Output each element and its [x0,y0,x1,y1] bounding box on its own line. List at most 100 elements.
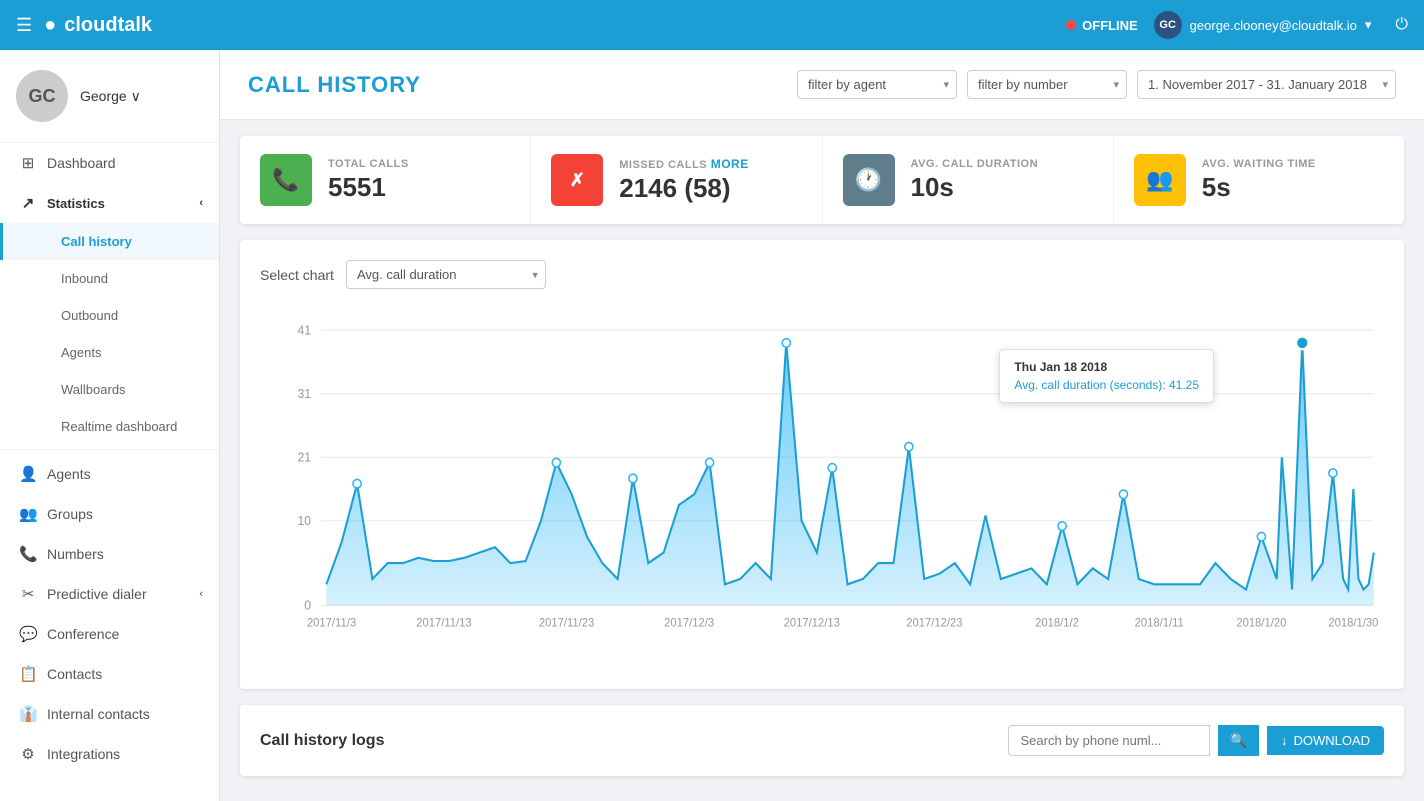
sidebar-avatar: GC [16,70,68,122]
sidebar-item-label: Call history [61,234,132,249]
svg-text:2017/12/3: 2017/12/3 [664,617,714,629]
stat-card-total-calls: 📞 TOTAL CALLS 5551 [240,136,531,224]
chart-container: 41 31 21 10 0 [260,309,1384,669]
sidebar-item-label: Outbound [61,308,118,323]
missed-calls-icon: ✗ [551,154,603,206]
chart-select-wrapper: Avg. call duration Total calls Missed ca… [346,260,546,289]
agent-filter-wrapper: filter by agent ▾ [797,70,957,99]
sidebar-item-label: Contacts [47,666,102,682]
user-email: george.clooney@cloudtalk.io [1190,18,1357,33]
stat-card-missed-calls: ✗ MISSED CALLS MORE 2146 (58) [531,136,822,224]
chart-type-select[interactable]: Avg. call duration Total calls Missed ca… [346,260,546,289]
svg-text:2017/11/13: 2017/11/13 [416,617,471,629]
avg-waiting-label: AVG. WAITING TIME [1202,158,1316,170]
sidebar-item-integrations[interactable]: ⚙ Integrations [0,734,219,774]
sidebar-item-outbound[interactable]: Outbound [0,297,219,334]
avg-duration-label: AVG. CALL DURATION [911,158,1039,170]
total-calls-icon: 📞 [260,154,312,206]
sidebar-item-conference[interactable]: 💬 Conference [0,614,219,654]
conference-icon: 💬 [19,625,37,643]
sidebar-item-statistics[interactable]: ↗ Statistics ‹ [0,183,219,223]
stat-card-avg-waiting: 👥 AVG. WAITING TIME 5s [1114,136,1404,224]
sidebar-item-contacts[interactable]: 📋 Contacts [0,654,219,694]
sidebar-item-label: Statistics [47,196,105,211]
svg-text:10: 10 [297,514,311,528]
integrations-icon: ⚙ [19,745,37,763]
avg-duration-info: AVG. CALL DURATION 10s [911,158,1039,203]
sidebar-item-dashboard[interactable]: ⊞ Dashboard [0,143,219,183]
avg-waiting-icon: 👥 [1134,154,1186,206]
main-content: CALL HISTORY filter by agent ▾ filter by… [220,50,1424,801]
sidebar-item-inbound[interactable]: Inbound [0,260,219,297]
sidebar-item-label: Internal contacts [47,706,150,722]
avg-waiting-info: AVG. WAITING TIME 5s [1202,158,1316,203]
missed-calls-value: 2146 (58) [619,173,748,204]
sidebar-item-label: Integrations [47,746,120,762]
avg-duration-icon: 🕐 [843,154,895,206]
sidebar-item-realtime[interactable]: Realtime dashboard [0,408,219,445]
date-range-select[interactable]: 1. November 2017 - 31. January 2018 [1137,70,1396,99]
chart-svg: 41 31 21 10 0 [260,309,1384,669]
download-button[interactable]: ↓ DOWNLOAD [1267,726,1384,755]
numbers-icon: 📞 [19,545,37,563]
svg-text:2017/12/23: 2017/12/23 [906,617,962,629]
more-link[interactable]: MORE [711,157,749,171]
filter-by-number-select[interactable]: filter by number [967,70,1127,99]
svg-text:2018/1/30: 2018/1/30 [1328,617,1378,629]
logs-header: Call history logs 🔍 ↓ DOWNLOAD [260,725,1384,756]
svg-text:41: 41 [297,323,311,337]
filter-by-agent-select[interactable]: filter by agent [797,70,957,99]
topnav: ☰ ● cloudtalk OFFLINE GC george.clooney@… [0,0,1424,50]
logs-search: 🔍 ↓ DOWNLOAD [1008,725,1385,756]
total-calls-value: 5551 [328,172,409,203]
user-menu[interactable]: GC george.clooney@cloudtalk.io ▾ [1154,11,1372,39]
missed-calls-info: MISSED CALLS MORE 2146 (58) [619,157,748,204]
avg-waiting-value: 5s [1202,172,1316,203]
svg-text:2018/1/2: 2018/1/2 [1035,617,1079,629]
search-input[interactable] [1008,725,1210,756]
svg-text:2017/12/13: 2017/12/13 [784,617,840,629]
topnav-right: OFFLINE GC george.clooney@cloudtalk.io ▾… [1066,11,1408,39]
chart-controls: Select chart Avg. call duration Total ca… [260,260,1384,289]
status-badge[interactable]: OFFLINE [1066,18,1138,33]
number-filter-wrapper: filter by number ▾ [967,70,1127,99]
sidebar-item-groups[interactable]: 👥 Groups [0,494,219,534]
sidebar-item-label: Dashboard [47,155,116,171]
sidebar-item-label: Predictive dialer [47,586,147,602]
sidebar-item-call-history[interactable]: Call history [0,223,219,260]
total-calls-info: TOTAL CALLS 5551 [328,158,409,203]
logs-title: Call history logs [260,732,384,750]
svg-text:2018/1/11: 2018/1/11 [1135,617,1184,629]
sidebar-item-agents[interactable]: 👤 Agents [0,454,219,494]
stats-row: 📞 TOTAL CALLS 5551 ✗ MISSED CALLS MORE 2… [240,136,1404,224]
app-body: GC George ∨ ⊞ Dashboard ↗ Statistics ‹ C… [0,50,1424,801]
power-icon[interactable]: ⏻ [1395,16,1408,34]
sidebar-item-predictive-dialer[interactable]: ✂ Predictive dialer ‹ [0,574,219,614]
hamburger-menu-icon[interactable]: ☰ [16,15,32,36]
svg-text:0: 0 [304,599,311,613]
sidebar-item-agents-stat[interactable]: Agents [0,334,219,371]
groups-icon: 👥 [19,505,37,523]
chevron-right-icon: ‹ [199,588,203,600]
status-dot [1066,20,1076,30]
sidebar-username[interactable]: George ∨ [80,88,141,105]
topnav-left: ☰ ● cloudtalk [16,14,152,37]
status-label: OFFLINE [1082,18,1138,33]
contacts-icon: 📋 [19,665,37,683]
sidebar-item-wallboards[interactable]: Wallboards [0,371,219,408]
logs-section: Call history logs 🔍 ↓ DOWNLOAD [240,705,1404,776]
missed-calls-label: MISSED CALLS MORE [619,157,748,171]
svg-text:31: 31 [297,387,311,401]
header-filters: filter by agent ▾ filter by number ▾ 1. … [797,70,1396,99]
sidebar-item-label: Agents [47,466,91,482]
sidebar-item-internal-contacts[interactable]: 👔 Internal contacts [0,694,219,734]
logo-icon: ● [44,14,56,37]
search-button[interactable]: 🔍 [1218,725,1259,756]
sidebar-item-numbers[interactable]: 📞 Numbers [0,534,219,574]
sidebar-item-label: Numbers [47,546,104,562]
svg-text:2017/11/23: 2017/11/23 [539,617,594,629]
user-avatar: GC [1154,11,1182,39]
sidebar-user: GC George ∨ [0,50,219,143]
predictive-dialer-icon: ✂ [19,585,37,603]
svg-text:2017/11/3: 2017/11/3 [307,617,356,629]
